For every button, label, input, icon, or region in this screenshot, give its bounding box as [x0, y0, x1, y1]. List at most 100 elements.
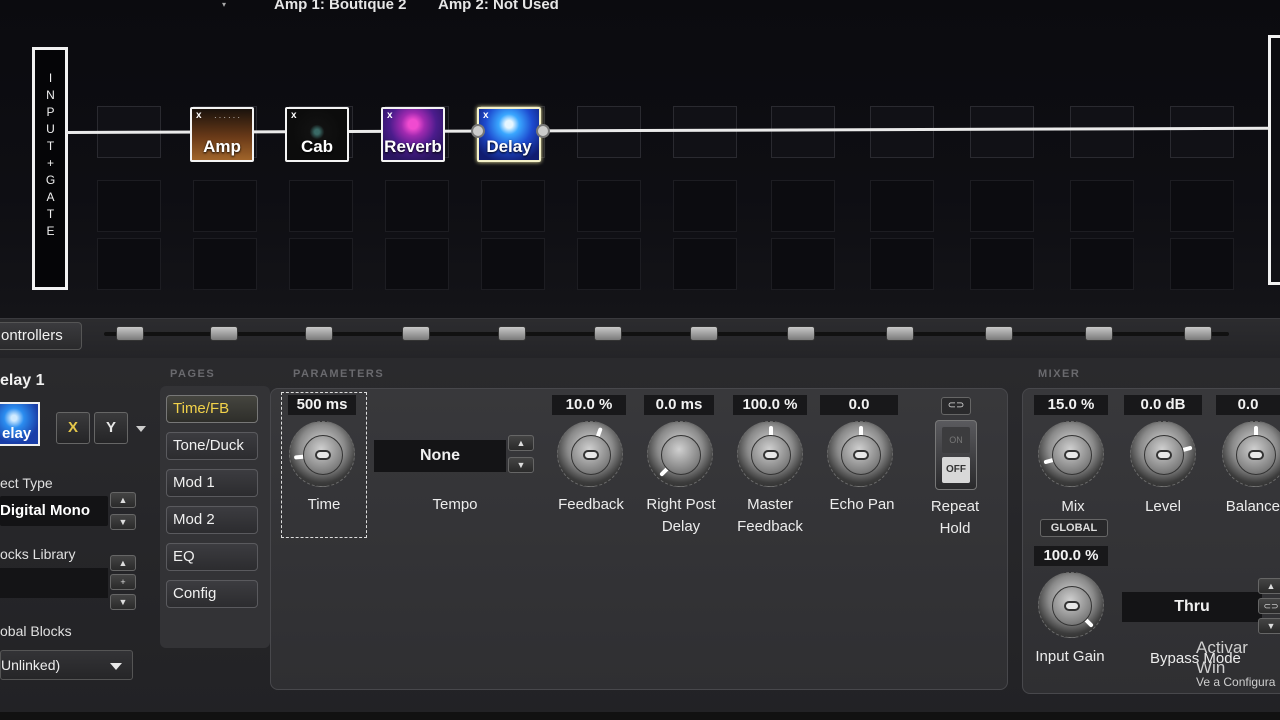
feedback-knob[interactable] — [557, 421, 623, 487]
grid-slot[interactable] — [870, 180, 934, 232]
reverb-block[interactable]: x Reverb — [381, 107, 445, 162]
tempo-up-button[interactable]: ▲ — [508, 435, 534, 451]
blocks-library-add-button[interactable]: + — [110, 574, 136, 590]
master-feedback-knob[interactable] — [737, 421, 803, 487]
cab-block[interactable]: x Cab — [285, 107, 349, 162]
grid-slot[interactable] — [385, 238, 449, 290]
delay-block[interactable]: x Delay — [477, 107, 541, 162]
bypass-mode-field[interactable]: Thru — [1122, 592, 1262, 622]
column-handle[interactable] — [305, 326, 333, 341]
column-handle[interactable] — [886, 326, 914, 341]
chevron-down-icon[interactable]: ▾ — [222, 0, 230, 9]
grid-slot[interactable] — [193, 180, 257, 232]
column-handle[interactable] — [116, 326, 144, 341]
bypass-mode-up-button[interactable]: ▲ — [1258, 578, 1280, 594]
grid-slot[interactable] — [970, 180, 1034, 232]
remove-icon[interactable]: x — [387, 110, 393, 121]
grid-slot[interactable] — [771, 106, 835, 158]
grid-slot[interactable] — [673, 106, 737, 158]
tempo-field[interactable]: None — [374, 440, 506, 472]
link-icon — [583, 450, 599, 460]
effect-type-down-button[interactable]: ▼ — [110, 514, 136, 530]
connection-handle[interactable] — [471, 124, 485, 138]
grid-slot[interactable] — [1170, 238, 1234, 290]
column-handle[interactable] — [690, 326, 718, 341]
grid-slot[interactable] — [481, 238, 545, 290]
grid-slot[interactable] — [771, 238, 835, 290]
feedback-value: 10.0 % — [552, 395, 626, 415]
blocks-library-up-button[interactable]: ▲ — [110, 555, 136, 571]
remove-icon[interactable]: x — [483, 110, 489, 121]
balance-knob[interactable] — [1222, 421, 1280, 487]
input-gain-knob[interactable] — [1038, 572, 1104, 638]
y-state-button[interactable]: Y — [94, 412, 128, 444]
grid-slot[interactable] — [1070, 180, 1134, 232]
grid-slot[interactable] — [870, 106, 934, 158]
chevron-down-icon[interactable] — [136, 426, 146, 432]
repeat-hold-label-2: Hold — [939, 520, 971, 537]
page-tone-duck-button[interactable]: Tone/Duck — [166, 432, 258, 460]
input-gain-label: Input Gain — [1035, 648, 1105, 665]
page-mod1-button[interactable]: Mod 1 — [166, 469, 258, 497]
echo-pan-knob[interactable] — [827, 421, 893, 487]
page-mod2-button[interactable]: Mod 2 — [166, 506, 258, 534]
chevron-down-icon[interactable] — [110, 663, 122, 670]
grid-slot[interactable] — [1170, 180, 1234, 232]
right-post-delay-knob[interactable] — [647, 421, 713, 487]
column-handle[interactable] — [1085, 326, 1113, 341]
bypass-mode-down-button[interactable]: ▼ — [1258, 618, 1280, 634]
amp-block[interactable]: x ······ Amp — [190, 107, 254, 162]
watermark-line-1: Activar Win — [1196, 638, 1248, 677]
grid-slot[interactable] — [970, 106, 1034, 158]
column-handle[interactable] — [985, 326, 1013, 341]
connection-handle[interactable] — [536, 124, 550, 138]
time-knob[interactable] — [289, 421, 355, 487]
grid-slot[interactable] — [771, 180, 835, 232]
grid-slot[interactable] — [97, 180, 161, 232]
page-time-fb-button[interactable]: Time/FB — [166, 395, 258, 423]
effect-type-up-button[interactable]: ▲ — [110, 492, 136, 508]
column-handle[interactable] — [594, 326, 622, 341]
link-icon[interactable]: ⊂⊃ — [941, 397, 971, 415]
grid-slot[interactable] — [1070, 106, 1134, 158]
grid-slot[interactable] — [481, 180, 545, 232]
input-gate-block[interactable]: I N P U T + G A T E — [32, 47, 68, 290]
tempo-down-button[interactable]: ▼ — [508, 457, 534, 473]
grid-slot[interactable] — [577, 238, 641, 290]
grid-slot[interactable] — [289, 180, 353, 232]
repeat-hold-switch[interactable]: ON OFF — [935, 420, 977, 490]
column-handle[interactable] — [1184, 326, 1212, 341]
bypass-mode-link-button[interactable]: ⊂⊃ — [1258, 598, 1280, 614]
remove-icon[interactable]: x — [196, 110, 202, 121]
grid-slot[interactable] — [193, 238, 257, 290]
column-handle[interactable] — [787, 326, 815, 341]
controllers-button[interactable]: ontrollers — [0, 322, 82, 350]
x-state-button[interactable]: X — [56, 412, 90, 444]
grid-slot[interactable] — [385, 180, 449, 232]
remove-icon[interactable]: x — [291, 110, 297, 121]
mix-knob[interactable] — [1038, 421, 1104, 487]
grid-slot[interactable] — [673, 180, 737, 232]
page-eq-button[interactable]: EQ — [166, 543, 258, 571]
delay-thumbnail[interactable]: elay — [0, 402, 40, 446]
grid-slot[interactable] — [870, 238, 934, 290]
grid-slot[interactable] — [289, 238, 353, 290]
grid-slot[interactable] — [970, 238, 1034, 290]
balance-label: Balance — [1225, 498, 1280, 515]
column-handle[interactable] — [210, 326, 238, 341]
blocks-library-field[interactable] — [0, 568, 108, 598]
level-knob[interactable] — [1130, 421, 1196, 487]
grid-slot[interactable] — [1070, 238, 1134, 290]
output-block[interactable] — [1268, 35, 1280, 285]
page-config-button[interactable]: Config — [166, 580, 258, 608]
blocks-library-down-button[interactable]: ▼ — [110, 594, 136, 610]
effect-type-field[interactable]: Digital Mono — [0, 496, 108, 526]
grid-slot[interactable] — [673, 238, 737, 290]
grid-slot[interactable] — [1170, 106, 1234, 158]
global-mix-button[interactable]: GLOBAL — [1040, 519, 1108, 537]
column-handle[interactable] — [402, 326, 430, 341]
grid-slot[interactable] — [577, 180, 641, 232]
column-handle[interactable] — [498, 326, 526, 341]
global-blocks-label: obal Blocks — [0, 623, 72, 639]
grid-slot[interactable] — [97, 238, 161, 290]
